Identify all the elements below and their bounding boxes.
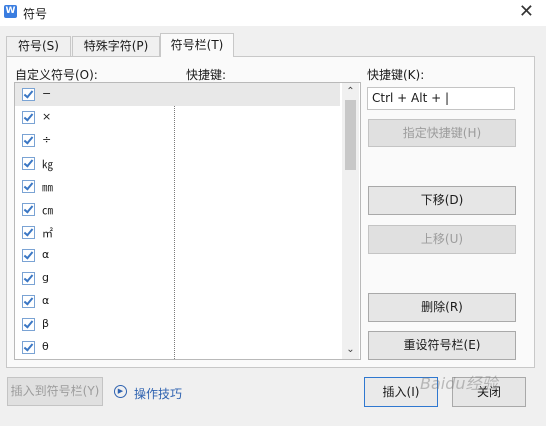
reset-symbol-bar-button[interactable]: 重设符号栏(E) [368, 331, 516, 360]
checkbox[interactable] [22, 272, 35, 285]
symbol-label: α [42, 248, 50, 261]
symbol-list[interactable]: − × ÷ ㎏㎜㎝㎡ α g α β θ ⌃ ⌄ [14, 82, 361, 360]
move-up-button[interactable]: 上移(U) [368, 225, 516, 254]
assign-shortcut-button[interactable]: 指定快捷键(H) [368, 119, 516, 147]
list-item[interactable]: ÷ [15, 129, 340, 152]
tab-symbols[interactable]: 符号(S) [6, 36, 71, 56]
checkbox[interactable] [22, 295, 35, 308]
shortcut-key-label: 快捷键(K): [367, 68, 425, 82]
scroll-thumb[interactable] [345, 100, 356, 170]
checkbox[interactable] [22, 341, 35, 354]
tips-icon: ▶ [114, 385, 127, 398]
window-title: 符号 [23, 7, 48, 21]
wps-app-icon: W [4, 5, 17, 18]
symbol-label: ㎝ [42, 204, 53, 217]
tips-link[interactable]: ▶ 操作技巧 [114, 385, 182, 402]
symbol-label: β [42, 317, 50, 330]
scroll-down-icon[interactable]: ⌄ [342, 343, 359, 357]
shortcut-column-label: 快捷键: [186, 68, 227, 82]
checkbox[interactable] [22, 180, 35, 193]
scroll-up-icon[interactable]: ⌃ [342, 85, 359, 99]
tips-link-label: 操作技巧 [134, 387, 183, 401]
list-item[interactable]: ㎡ [15, 221, 340, 244]
vertical-scrollbar[interactable]: ⌃ ⌄ [342, 83, 359, 359]
checkbox[interactable] [22, 157, 35, 170]
insert-to-bar-button[interactable]: 插入到符号栏(Y) [7, 377, 103, 406]
shortcut-key-input[interactable]: Ctrl + Alt + | [367, 87, 515, 110]
tab-special-chars[interactable]: 特殊字符(P) [72, 36, 160, 56]
list-item[interactable]: β [15, 313, 340, 336]
delete-button[interactable]: 删除(R) [368, 293, 516, 322]
checkbox[interactable] [22, 111, 35, 124]
checkbox[interactable] [22, 134, 35, 147]
symbol-label: α [42, 294, 50, 307]
custom-symbols-label: 自定义符号(O): [15, 68, 98, 82]
list-item[interactable]: θ [15, 336, 340, 359]
symbol-label: − [42, 87, 52, 100]
symbol-label: ÷ [42, 133, 52, 146]
list-item[interactable]: g [15, 267, 340, 290]
symbol-label: ㎜ [42, 181, 53, 194]
checkbox[interactable] [22, 88, 35, 101]
list-item[interactable]: × [15, 106, 340, 129]
symbol-label: θ [42, 340, 49, 353]
checkbox[interactable] [22, 203, 35, 216]
list-item[interactable]: α [15, 290, 340, 313]
symbol-label: × [42, 110, 52, 123]
symbol-label: ㎏ [42, 158, 53, 171]
tab-symbol-bar[interactable]: 符号栏(T) [160, 33, 234, 57]
list-item[interactable]: ㎏ [15, 152, 340, 175]
title-bar: W 符号 ✕ [0, 0, 546, 26]
checkbox[interactable] [22, 226, 35, 239]
symbol-label: ㎡ [42, 227, 53, 240]
list-item[interactable]: ㎝ [15, 198, 340, 221]
list-item[interactable]: ㎜ [15, 175, 340, 198]
checkbox[interactable] [22, 249, 35, 262]
move-down-button[interactable]: 下移(D) [368, 186, 516, 215]
close-icon[interactable]: ✕ [519, 2, 534, 22]
list-item[interactable]: − [15, 83, 340, 106]
list-item[interactable]: α [15, 244, 340, 267]
watermark: Baidu经验 [420, 374, 498, 393]
checkbox[interactable] [22, 318, 35, 331]
symbol-label: g [42, 271, 49, 284]
